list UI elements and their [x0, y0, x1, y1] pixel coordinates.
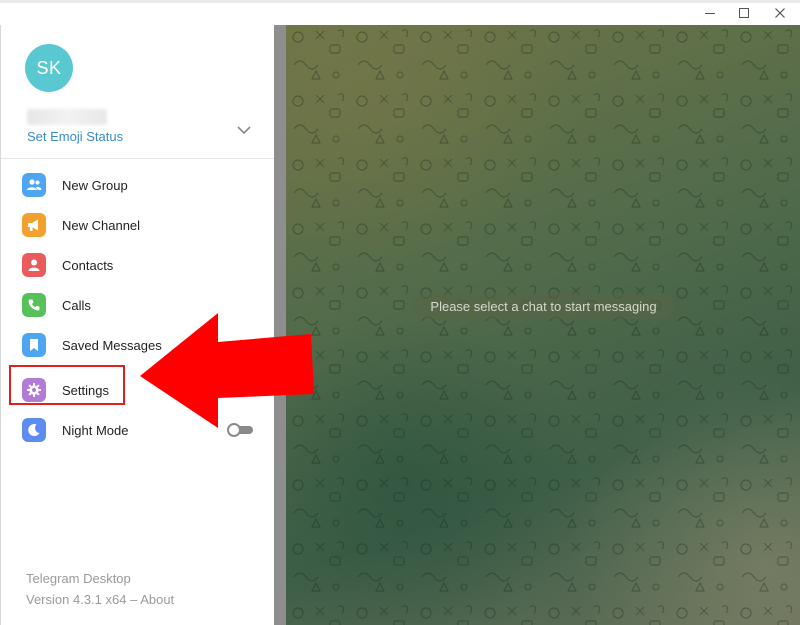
person-icon: [22, 253, 46, 277]
menu-item-new-group[interactable]: New Group: [1, 165, 275, 205]
menu-item-contacts[interactable]: Contacts: [1, 245, 275, 285]
menu-item-label: Calls: [62, 297, 91, 313]
version-about-link[interactable]: Version 4.3.1 x64 – About: [26, 592, 174, 607]
accounts-toggle-button[interactable]: [233, 119, 255, 141]
phone-icon: [22, 293, 46, 317]
title-bar-edge: [0, 0, 800, 3]
chat-background-pattern: [286, 25, 800, 625]
menu-item-label: New Group: [62, 177, 128, 193]
gear-icon: [22, 378, 46, 402]
menu-item-label: Night Mode: [62, 422, 129, 438]
group-icon: [22, 173, 46, 197]
title-bar: [0, 0, 800, 25]
moon-icon: [22, 418, 46, 442]
chevron-down-icon: [237, 126, 251, 135]
minimize-button[interactable]: [699, 4, 721, 22]
maximize-icon: [739, 8, 749, 18]
app-name-label: Telegram Desktop: [26, 571, 131, 586]
minimize-icon: [705, 13, 715, 14]
maximize-button[interactable]: [733, 4, 755, 22]
close-icon: [775, 8, 785, 18]
bookmark-icon: [22, 333, 46, 357]
avatar-initials: SK: [36, 57, 62, 78]
menu-item-label: New Channel: [62, 217, 141, 233]
chat-area: Please select a chat to start messaging: [286, 25, 800, 625]
menu-item-label: Settings: [62, 382, 109, 398]
menu-item-new-channel[interactable]: New Channel: [1, 205, 275, 245]
account-name-redacted: [27, 109, 107, 125]
menu-item-label: Contacts: [62, 257, 114, 273]
header-divider: [1, 158, 275, 159]
avatar[interactable]: SK: [25, 44, 73, 92]
megaphone-icon: [22, 213, 46, 237]
set-emoji-status-link[interactable]: Set Emoji Status: [27, 129, 123, 144]
empty-chat-placeholder: Please select a chat to start messaging: [413, 293, 674, 319]
close-button[interactable]: [769, 4, 791, 22]
red-arrow-annotation: [140, 313, 314, 428]
